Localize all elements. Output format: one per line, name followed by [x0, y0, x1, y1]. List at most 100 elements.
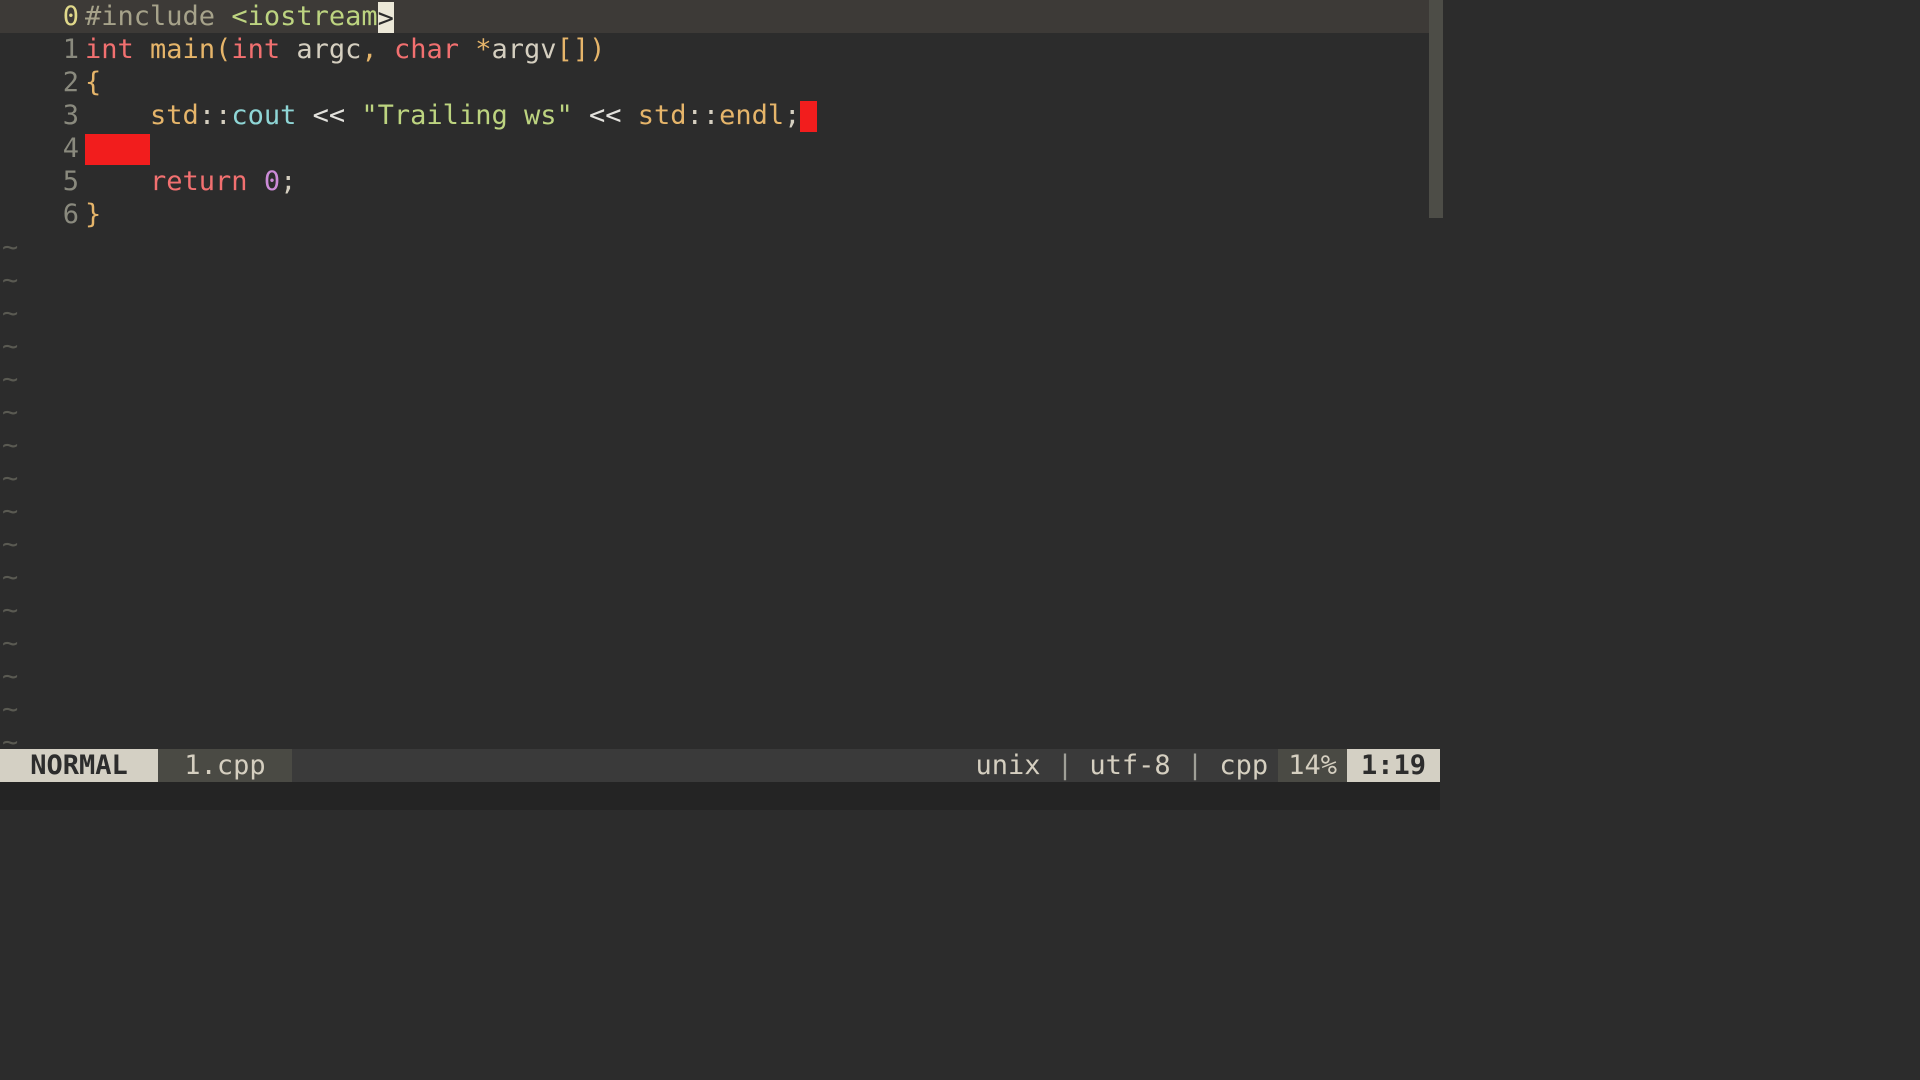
gutter-rel: 3 — [0, 99, 85, 132]
tilde-char: ~ — [0, 627, 18, 660]
tilde-line: ~ — [0, 396, 1440, 429]
tilde-char: ~ — [0, 561, 18, 594]
tilde-line: ~ — [0, 429, 1440, 462]
semicolon: ; — [784, 99, 800, 132]
tilde-char: ~ — [0, 693, 18, 726]
code-line[interactable]: 2 { — [0, 66, 1440, 99]
gutter-rel: 6 — [0, 198, 85, 231]
code-line[interactable]: 1 int main(int argc, char *argv[]) — [0, 33, 1440, 66]
fn-main: main — [150, 33, 215, 66]
tilde-line: ~ — [0, 330, 1440, 363]
space — [573, 99, 589, 132]
command-line[interactable] — [0, 782, 1440, 810]
endl: endl — [719, 99, 784, 132]
code-line[interactable]: 5 return 0; — [0, 165, 1440, 198]
tilde-char: ~ — [0, 330, 18, 363]
encoding: utf-8 — [1089, 749, 1170, 782]
mode-indicator: NORMAL — [0, 749, 158, 782]
status-spacer — [292, 749, 966, 782]
tilde-char: ~ — [0, 396, 18, 429]
angle-open: < — [231, 0, 247, 33]
indent — [85, 165, 150, 198]
filename-indicator: 1.cpp — [158, 749, 292, 782]
tilde-char: ~ — [0, 528, 18, 561]
space — [622, 99, 638, 132]
gutter-rel: 4 — [0, 132, 85, 165]
tilde-line: ~ — [0, 495, 1440, 528]
code-content — [85, 132, 150, 165]
code-content: std::cout << "Trailing ws" << std::endl; — [85, 99, 817, 132]
scrollbar-thumb[interactable] — [1429, 0, 1443, 218]
gutter-rel: 5 — [0, 165, 85, 198]
filetype: cpp — [1219, 749, 1268, 782]
tilde-char: ~ — [0, 594, 18, 627]
ns-std: std — [638, 99, 687, 132]
code-line-current[interactable]: 0 #include <iostream> — [0, 0, 1440, 33]
tilde-char: ~ — [0, 495, 18, 528]
tilde-line: ~ — [0, 462, 1440, 495]
gutter-current: 0 — [0, 0, 85, 33]
tilde-char: ~ — [0, 462, 18, 495]
tilde-char: ~ — [0, 231, 18, 264]
gutter-rel: 2 — [0, 66, 85, 99]
rbracket: ] — [573, 33, 589, 66]
tilde-line: ~ — [0, 363, 1440, 396]
tilde-char: ~ — [0, 429, 18, 462]
tilde-line: ~ — [0, 264, 1440, 297]
argv: argv — [492, 33, 557, 66]
tilde-line: ~ — [0, 297, 1440, 330]
indent — [85, 99, 150, 132]
code-line[interactable]: 6 } — [0, 198, 1440, 231]
comma: , — [361, 33, 377, 66]
cout: cout — [231, 99, 296, 132]
code-content: } — [85, 198, 101, 231]
code-line[interactable]: 4 — [0, 132, 1440, 165]
lshift: << — [589, 99, 622, 132]
position-indicator: 1:19 — [1347, 749, 1440, 782]
lbracket: [ — [557, 33, 573, 66]
status-line: NORMAL 1.cpp unix | utf-8 | cpp 14% 1:19 — [0, 749, 1440, 782]
preproc-token: #include — [85, 0, 231, 33]
semicolon: ; — [280, 165, 296, 198]
string-literal: "Trailing ws" — [361, 99, 572, 132]
tilde-line: ~ — [0, 561, 1440, 594]
status-sep: | — [1041, 749, 1090, 782]
tilde-line: ~ — [0, 660, 1440, 693]
gutter-rel: 1 — [0, 33, 85, 66]
fileformat: unix — [976, 749, 1041, 782]
cursor: > — [378, 2, 394, 33]
star: * — [475, 33, 491, 66]
space — [345, 99, 361, 132]
code-content: return 0; — [85, 165, 296, 198]
rbrace: } — [85, 198, 101, 231]
percent-indicator: 14% — [1278, 749, 1347, 782]
code-content: { — [85, 66, 101, 99]
rparen: ) — [589, 33, 605, 66]
trailing-ws-highlight — [800, 101, 816, 132]
kw-char: char — [394, 33, 459, 66]
space — [296, 99, 312, 132]
kw-return: return — [150, 165, 248, 198]
lbrace: { — [85, 66, 101, 99]
ns-std: std — [150, 99, 199, 132]
status-sep: | — [1171, 749, 1220, 782]
code-line[interactable]: 3 std::cout << "Trailing ws" << std::end… — [0, 99, 1440, 132]
tilde-char: ~ — [0, 264, 18, 297]
trailing-ws-highlight — [85, 134, 150, 165]
scrollbar-track[interactable] — [1429, 0, 1440, 749]
tilde-line: ~ — [0, 231, 1440, 264]
tilde-line: ~ — [0, 594, 1440, 627]
code-content: int main(int argc, char *argv[]) — [85, 33, 605, 66]
scope-op: :: — [199, 99, 232, 132]
status-fileinfo: unix | utf-8 | cpp — [966, 749, 1279, 782]
editor-viewport[interactable]: 0 #include <iostream> 1 int main(int arg… — [0, 0, 1440, 749]
space — [280, 33, 296, 66]
space — [248, 165, 264, 198]
lshift: << — [313, 99, 346, 132]
argc: argc — [296, 33, 361, 66]
tilde-line: ~ — [0, 693, 1440, 726]
scope-op: :: — [687, 99, 720, 132]
header-name: iostream — [248, 0, 378, 33]
tilde-char: ~ — [0, 363, 18, 396]
kw-int: int — [231, 33, 280, 66]
